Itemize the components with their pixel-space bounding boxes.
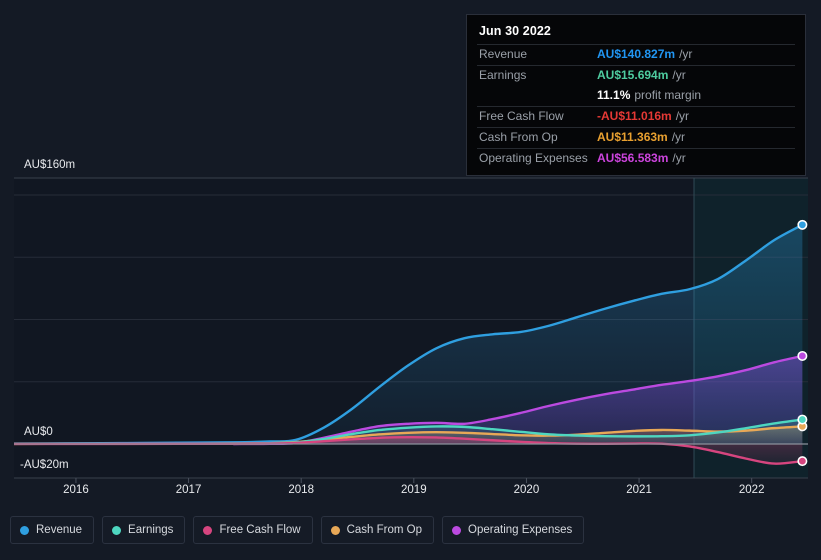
- tooltip-row-unit: profit margin: [634, 88, 702, 102]
- x-axis-ticks: [75, 478, 753, 483]
- tooltip-row-unit: /yr: [675, 109, 690, 123]
- legend-color-dot-icon: [452, 525, 462, 535]
- y-axis-top-label: AU$160m: [24, 159, 76, 171]
- x-axis-label-2022: 2022: [738, 484, 765, 496]
- tooltip-row: Revenue AU$140.827m/yr: [477, 44, 795, 65]
- legend-item-label: Cash From Op: [346, 524, 423, 536]
- tooltip-row-label: Revenue: [479, 47, 528, 61]
- tooltip-row: Cash From Op AU$11.363m/yr: [477, 127, 795, 148]
- tooltip-row-label: Earnings: [479, 68, 527, 82]
- tooltip-row-label: Free Cash Flow: [479, 109, 564, 123]
- tooltip-row: Operating Expenses AU$56.583m/yr: [477, 148, 795, 169]
- tooltip-row-value: -AU$11.016m: [597, 109, 672, 123]
- chart-legend: Revenue Earnings Free Cash Flow Cash From O…: [10, 516, 585, 544]
- tooltip-row-value: AU$11.363m: [597, 130, 668, 144]
- tooltip-row: Earnings AU$15.694m/yr: [477, 65, 795, 86]
- x-axis-label-2019: 2019: [401, 484, 427, 496]
- x-axis-label-2016: 2016: [63, 484, 89, 496]
- legend-item-cash-from-op[interactable]: Cash From Op: [320, 516, 435, 544]
- legend-item-revenue[interactable]: Revenue: [10, 516, 95, 544]
- tooltip-row: 11.1% profit margin: [477, 86, 795, 106]
- y-axis-bottom-label: -AU$20m: [20, 459, 69, 471]
- legend-item-label: Earnings: [128, 524, 174, 536]
- legend-item-label: Free Cash Flow: [219, 524, 301, 536]
- x-axis-label-2021: 2021: [626, 484, 652, 496]
- legend-item-operating-expenses[interactable]: Operating Expenses: [442, 516, 585, 544]
- data-tooltip: Jun 30 2022 Revenue AU$140.827m/yr Earning…: [466, 14, 806, 176]
- tooltip-row-label: Operating Expenses: [479, 151, 588, 165]
- legend-item-label: Operating Expenses: [468, 524, 573, 536]
- legend-color-dot-icon: [330, 525, 340, 535]
- legend-item-label: Revenue: [36, 524, 83, 536]
- tooltip-row-unit: /yr: [671, 130, 686, 144]
- y-axis-zero-label: AU$0: [24, 426, 53, 438]
- legend-color-dot-icon: [203, 525, 213, 535]
- tooltip-row-unit: /yr: [672, 151, 686, 165]
- x-axis-label-2018: 2018: [288, 484, 314, 496]
- tooltip-row-value: AU$15.694m: [597, 68, 669, 82]
- financial-chart: AU$160m AU$0 -AU$20m 2016 2017 2018 2019 202…: [0, 0, 821, 560]
- legend-color-dot-icon: [20, 525, 29, 535]
- tooltip-row-unit: /yr: [679, 47, 693, 61]
- legend-item-free-cash-flow[interactable]: Free Cash Flow: [193, 516, 313, 544]
- x-axis-label-2020: 2020: [513, 484, 540, 496]
- tooltip-row: Free Cash Flow -AU$11.016m/yr: [477, 106, 795, 127]
- tooltip-row-label: Cash From Op: [479, 130, 558, 144]
- tooltip-row-unit: /yr: [672, 68, 686, 82]
- tooltip-row-value: AU$140.827m: [597, 47, 676, 61]
- x-axis-label-2017: 2017: [175, 484, 202, 496]
- tooltip-row-value: 11.1%: [597, 88, 631, 102]
- legend-item-earnings[interactable]: Earnings: [102, 516, 186, 544]
- legend-color-dot-icon: [112, 525, 122, 535]
- tooltip-date: Jun 30 2022: [479, 24, 551, 38]
- tooltip-rows: Revenue AU$140.827m/yr Earnings AU$15.694m /…: [477, 44, 795, 169]
- tooltip-row-value: AU$56.583m: [597, 151, 669, 165]
